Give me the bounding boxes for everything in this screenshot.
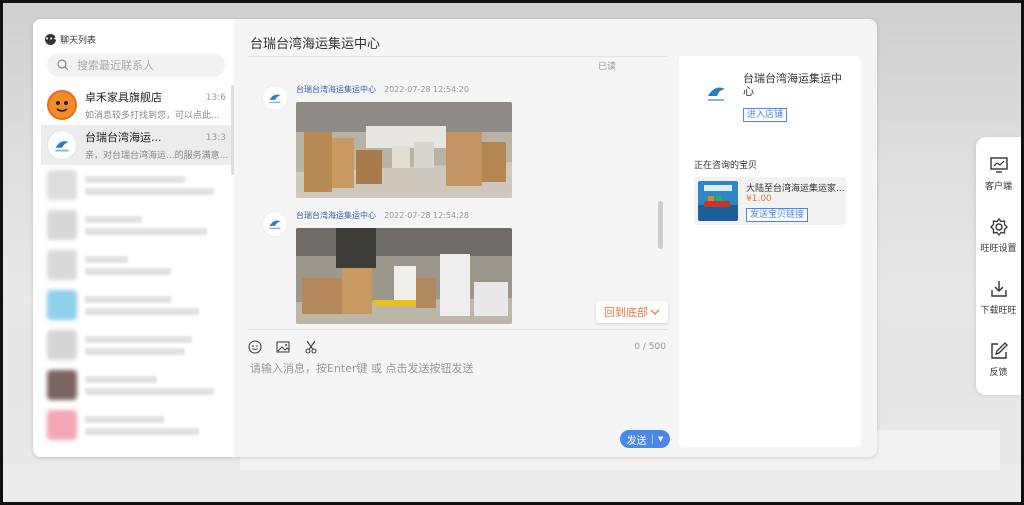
consulting-label: 正在咨询的宝贝 — [694, 161, 758, 171]
blurred-contact[interactable] — [41, 165, 234, 205]
message-sender: 台瑞台湾海运集运中心 — [296, 211, 376, 220]
message-sender: 台瑞台湾海运集运中心 — [296, 85, 376, 94]
conversation-title: 台瑞台湾海运集运中心 — [250, 37, 381, 52]
input-toolbar — [248, 340, 318, 354]
send-label: 发送 — [626, 435, 647, 447]
shop-logo-icon — [708, 87, 725, 101]
warehouse-photo[interactable] — [296, 228, 512, 324]
shop-logo-icon — [55, 141, 69, 152]
shop-info-panel: 台瑞台湾海运集运中心 进入店铺 正在咨询的宝贝 大陆至台湾海运集运家... ¥1… — [679, 56, 861, 447]
contact-item-active[interactable]: 台瑞台湾海运... 亲，对台瑞台湾海运...的服务满意... 13:3 — [41, 125, 234, 165]
monitor-icon — [989, 157, 1008, 173]
message-input[interactable]: 请输入消息，按Enter键 或 点击发送按钮发送 — [250, 360, 474, 376]
conversation-scrollbar[interactable] — [658, 201, 663, 249]
toolbar-label: 反馈 — [989, 368, 1008, 378]
product-title[interactable]: 大陆至台湾海运集运家... — [746, 181, 844, 194]
shop-logo-icon — [269, 220, 281, 230]
shop-logo-icon — [269, 94, 281, 104]
conversation-panel: 台瑞台湾海运集运中心 已读 台瑞台湾海运集运中心 2022-07-28 12:54… — [234, 19, 672, 457]
contact-search-input[interactable]: 搜索最近联系人 — [47, 53, 225, 77]
blurred-contact[interactable] — [41, 285, 234, 325]
blurred-contact[interactable] — [41, 245, 234, 285]
chat-list-panel: ••• 聊天列表 搜索最近联系人 卓禾家具旗舰店 如消息较多打找到您，可以点此.… — [33, 19, 234, 457]
chevron-down-icon — [650, 309, 660, 315]
contact-time: 13:3 — [205, 133, 226, 143]
edit-icon — [990, 342, 1008, 359]
toolbar-feedback[interactable]: 反馈 — [976, 341, 1021, 378]
chat-bubble-icon: ••• — [45, 34, 58, 45]
message-time: 2022-07-28 12:54:28 — [384, 211, 469, 220]
contact-list: 卓禾家具旗舰店 如消息较多打找到您，可以点此... 13:6 台瑞台湾海运...… — [41, 85, 234, 445]
chat-list-header: ••• 聊天列表 — [45, 33, 96, 46]
back-to-bottom-button[interactable]: 回到底部 — [596, 301, 668, 323]
contact-time: 13:6 — [205, 93, 226, 103]
blurred-contact[interactable] — [41, 365, 234, 405]
search-icon — [57, 59, 69, 71]
sender-avatar — [262, 211, 288, 237]
blurred-contact[interactable] — [41, 205, 234, 245]
toolbar-label: 旺旺设置 — [980, 244, 1017, 254]
divider — [248, 329, 668, 330]
scissors-icon[interactable] — [304, 340, 318, 354]
contact-avatar — [47, 130, 77, 160]
message-time: 2022-07-28 12:54:20 — [384, 85, 469, 94]
mascot-icon — [49, 92, 75, 118]
read-status: 已读 — [598, 62, 617, 72]
character-counter: 0 / 500 — [634, 342, 666, 352]
toolbar-label: 客户端 — [984, 182, 1012, 192]
send-product-link-button[interactable]: 发送宝贝链接 — [746, 208, 809, 222]
divider — [248, 56, 668, 57]
download-icon — [990, 281, 1007, 297]
enter-shop-button[interactable]: 进入店铺 — [743, 108, 788, 122]
toolbar-settings[interactable]: 旺旺设置 — [976, 217, 1021, 254]
contact-preview: 如消息较多打找到您，可以点此... — [85, 111, 220, 121]
toolbar-client[interactable]: 客户端 — [976, 155, 1021, 192]
gear-icon — [989, 217, 1008, 237]
contact-avatar — [47, 90, 77, 120]
toolbar-download[interactable]: 下载旺旺 — [976, 279, 1021, 316]
caret-down-icon[interactable]: ▼ — [658, 435, 663, 443]
send-button[interactable]: 发送 | ▼ — [620, 430, 670, 448]
warehouse-photo[interactable] — [296, 102, 512, 198]
chat-list-title: 聊天列表 — [60, 36, 97, 46]
contact-item[interactable]: 卓禾家具旗舰店 如消息较多打找到您，可以点此... 13:6 — [41, 85, 234, 125]
image-icon[interactable] — [276, 340, 290, 354]
sender-avatar — [262, 85, 288, 111]
blurred-contact[interactable] — [41, 325, 234, 365]
shop-logo — [699, 76, 733, 110]
emoji-icon[interactable] — [248, 340, 262, 354]
contact-preview: 亲，对台瑞台湾海运...的服务满意... — [85, 151, 228, 161]
shop-name: 台瑞台湾海运集运中心 — [743, 72, 842, 98]
product-image[interactable] — [698, 181, 738, 221]
product-card[interactable]: 大陆至台湾海运集运家... ¥1.00 发送宝贝链接 — [694, 177, 846, 225]
blurred-contact[interactable] — [41, 405, 234, 445]
chat-window: ••• 聊天列表 搜索最近联系人 卓禾家具旗舰店 如消息较多打找到您，可以点此.… — [33, 19, 877, 457]
back-to-bottom-label: 回到底部 — [604, 306, 648, 319]
toolbar-label: 下载旺旺 — [980, 306, 1017, 316]
side-toolbar: 客户端 旺旺设置 下载旺旺 反馈 — [976, 137, 1021, 395]
search-placeholder: 搜索最近联系人 — [77, 59, 154, 72]
product-price: ¥1.00 — [746, 194, 772, 204]
